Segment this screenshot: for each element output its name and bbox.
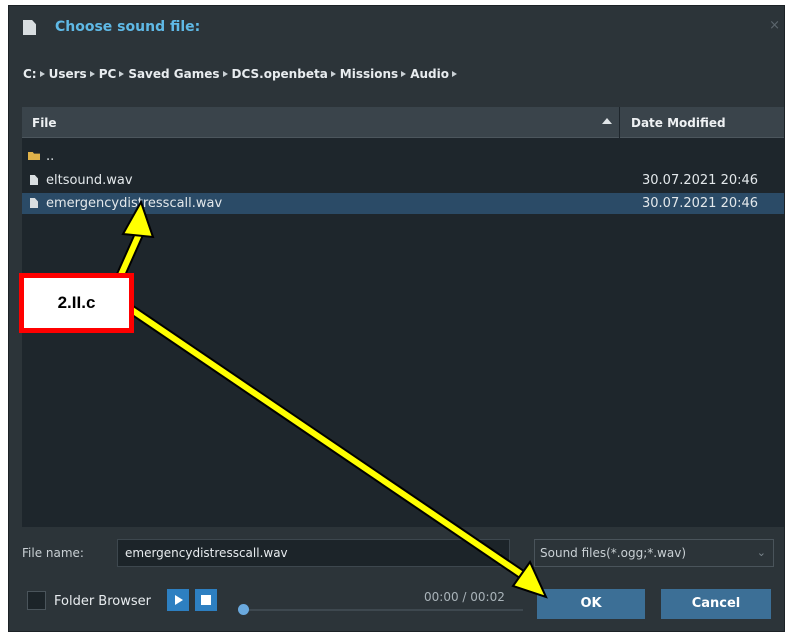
file-name: ..	[46, 149, 55, 164]
cancel-button[interactable]: Cancel	[661, 589, 771, 619]
dialog-title: Choose sound file:	[55, 19, 201, 35]
breadcrumb: C: Users PC Saved Games DCS.openbeta Mis…	[23, 65, 461, 83]
document-icon	[23, 20, 36, 35]
breadcrumb-separator-icon	[330, 71, 336, 77]
list-item-parent-folder[interactable]: ..	[22, 146, 784, 167]
breadcrumb-item[interactable]: Audio	[410, 67, 461, 81]
list-item-selected[interactable]: emergencydistresscall.wav 30.07.2021 20:…	[22, 193, 784, 214]
file-name-input[interactable]: emergencydistresscall.wav ⌄	[117, 539, 510, 567]
breadcrumb-item[interactable]: Users	[49, 67, 99, 81]
stop-icon[interactable]	[195, 589, 217, 611]
file-type-filter-select[interactable]: Sound files(*.ogg;*.wav) ⌄	[534, 539, 774, 567]
breadcrumb-separator-icon	[119, 71, 125, 77]
column-divider[interactable]	[619, 107, 620, 138]
file-name: emergencydistresscall.wav	[46, 196, 223, 211]
file-name-value: emergencydistresscall.wav	[125, 546, 288, 560]
play-icon[interactable]	[167, 589, 189, 611]
file-icon	[30, 175, 38, 185]
breadcrumb-item[interactable]: DCS.openbeta	[232, 67, 340, 81]
breadcrumb-item[interactable]: Saved Games	[128, 67, 231, 81]
playback-slider-track[interactable]	[240, 609, 523, 611]
breadcrumb-separator-icon	[89, 71, 95, 77]
breadcrumb-item[interactable]: Missions	[340, 67, 410, 81]
breadcrumb-item[interactable]: PC	[99, 67, 129, 81]
column-header-file[interactable]: File	[32, 116, 57, 130]
breadcrumb-item[interactable]: C:	[23, 67, 49, 81]
annotation-label: 2.II.c	[57, 293, 96, 312]
breadcrumb-separator-icon	[222, 71, 228, 77]
close-icon[interactable]: ×	[769, 18, 780, 33]
file-date: 30.07.2021 20:46	[642, 173, 759, 188]
folder-browser-label: Folder Browser	[54, 594, 151, 609]
annotation-callout: 2.II.c	[19, 273, 134, 333]
file-name-label: File name:	[22, 546, 84, 560]
file-icon	[30, 198, 38, 208]
sort-ascending-icon	[602, 118, 612, 124]
breadcrumb-separator-icon	[451, 71, 457, 77]
list-item[interactable]: eltsound.wav 30.07.2021 20:46	[22, 170, 784, 191]
ok-button[interactable]: OK	[537, 589, 645, 619]
chevron-down-icon[interactable]: ⌄	[494, 546, 503, 559]
playback-time: 00:00 / 00:02	[424, 590, 505, 604]
file-list-header: File Date Modified	[22, 107, 784, 138]
title-bar: Choose sound file: ×	[9, 6, 784, 46]
breadcrumb-separator-icon	[39, 71, 45, 77]
column-header-date-modified[interactable]: Date Modified	[631, 116, 726, 130]
playback-slider-handle[interactable]	[238, 604, 249, 615]
file-name: eltsound.wav	[46, 173, 133, 188]
breadcrumb-separator-icon	[401, 71, 407, 77]
folder-icon	[28, 152, 40, 160]
chevron-down-icon[interactable]: ⌄	[757, 546, 766, 559]
folder-browser-checkbox[interactable]	[27, 591, 46, 610]
file-date: 30.07.2021 20:46	[642, 196, 759, 211]
file-type-filter-value: Sound files(*.ogg;*.wav)	[540, 546, 687, 560]
file-list: File Date Modified .. eltsound.wav 30.07…	[22, 107, 784, 527]
